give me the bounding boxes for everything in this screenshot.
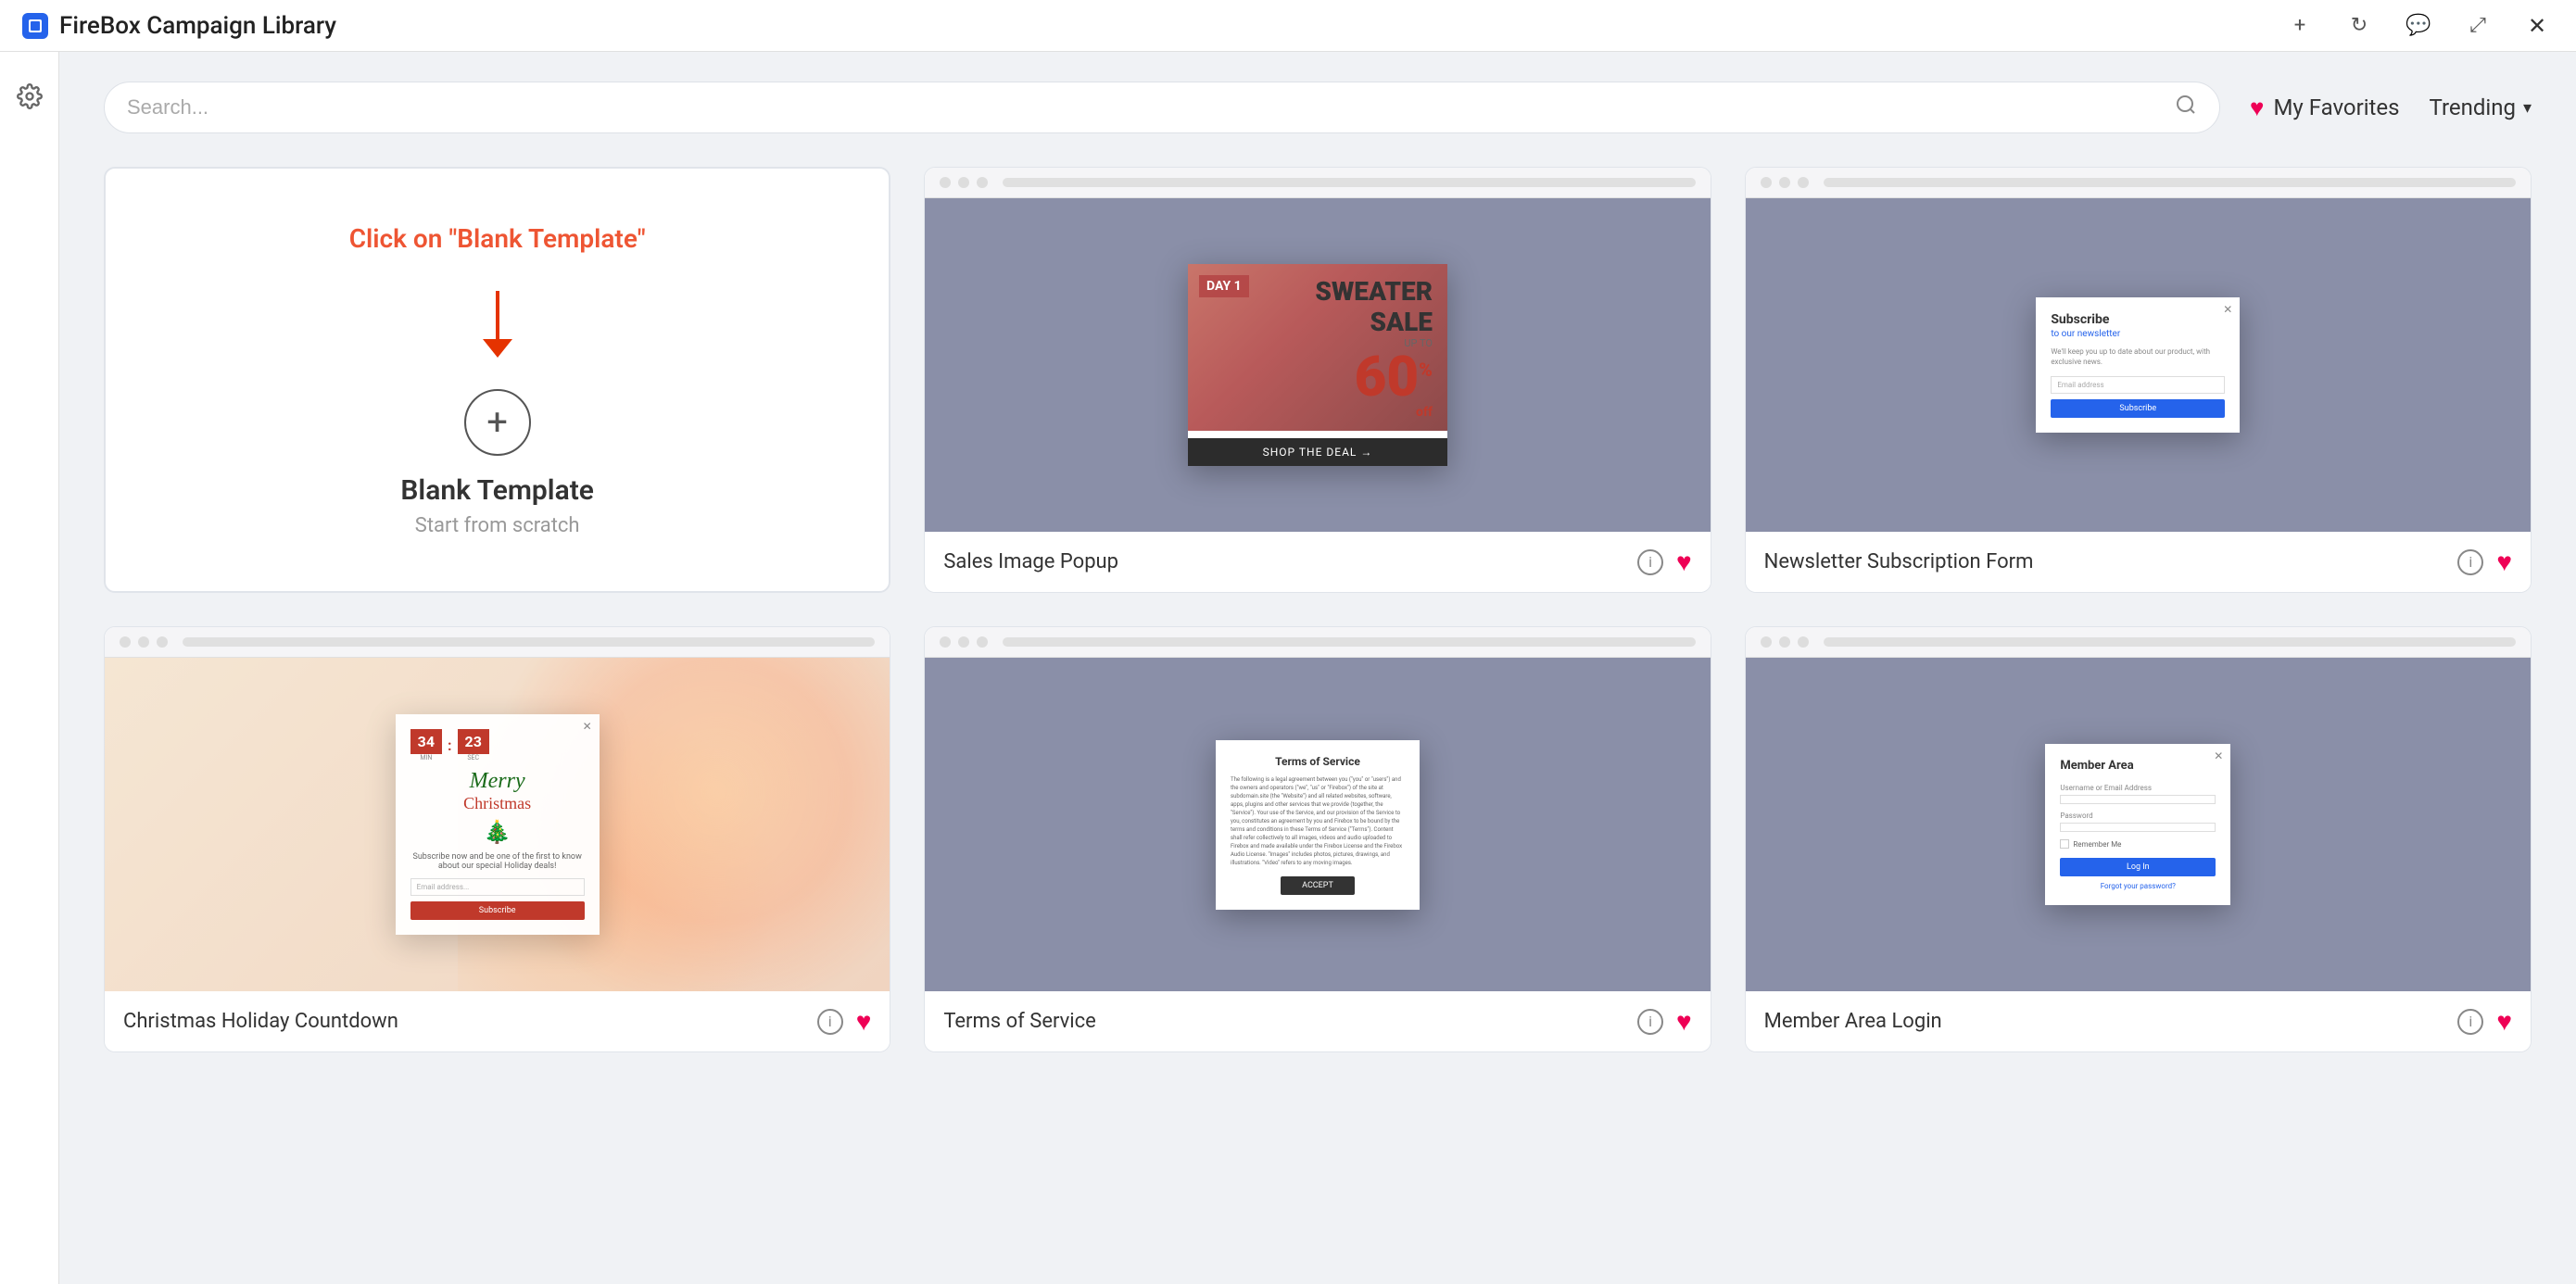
christmas-card-name: Christmas Holiday Countdown (123, 1010, 398, 1033)
refresh-icon[interactable]: ↻ (2342, 9, 2376, 43)
browser-address-bar (1824, 637, 2516, 647)
browser-dot-3 (1798, 636, 1809, 648)
search-icon (2175, 94, 2197, 121)
browser-dot-2 (958, 636, 969, 648)
favorite-heart-icon-christmas[interactable]: ♥ (856, 1006, 872, 1037)
blank-template-card[interactable]: Click on "Blank Template" + Blank Templa… (104, 167, 890, 593)
blank-template-subtitle: Start from scratch (415, 514, 580, 537)
add-icon[interactable]: + (2283, 9, 2317, 43)
favorite-heart-icon-tos[interactable]: ♥ (1676, 1006, 1692, 1037)
card-actions-newsletter: i ♥ (2457, 547, 2512, 577)
resize-icon[interactable]: ⤢ (2461, 9, 2494, 43)
trending-label: Trending (2430, 94, 2516, 120)
template-card-christmas[interactable]: ✕ 34 MIN : 23 SEC Merry (104, 626, 890, 1052)
member-card-footer: Member Area Login i ♥ (1746, 991, 2531, 1051)
card-browser-bar-newsletter (1746, 168, 2531, 198)
card-actions-member: i ♥ (2457, 1006, 2512, 1037)
christmas-popup: ✕ 34 MIN : 23 SEC Merry (396, 714, 600, 935)
favorites-button[interactable]: ♥ My Favorites (2250, 94, 2400, 122)
search-input[interactable] (127, 95, 2164, 120)
newsletter-card-footer: Newsletter Subscription Form i ♥ (1746, 532, 2531, 592)
tos-popup: Terms of Service The following is a lega… (1216, 740, 1420, 910)
browser-address-bar (1824, 178, 2516, 187)
sales-card-footer: Sales Image Popup i ♥ (925, 532, 1710, 592)
sweater-popup: DAY 1 SWEATERSALE UP TO 60% off SHOP THE… (1188, 264, 1447, 466)
browser-dot-3 (977, 636, 988, 648)
blank-template-instruction: Click on "Blank Template" (349, 223, 646, 254)
member-popup: ✕ Member Area Username or Email Address … (2045, 744, 2230, 905)
card-browser-bar-tos (925, 627, 1710, 658)
browser-dot-2 (1779, 177, 1790, 188)
card-actions: i ♥ (1637, 547, 1692, 577)
browser-dot-2 (1779, 636, 1790, 648)
template-card-member[interactable]: ✕ Member Area Username or Email Address … (1745, 626, 2532, 1052)
chat-icon[interactable]: 💬 (2402, 9, 2435, 43)
browser-dot-1 (1761, 177, 1772, 188)
topbar-right: ♥ My Favorites Trending ▾ (2250, 94, 2532, 122)
info-icon-newsletter[interactable]: i (2457, 549, 2483, 575)
sales-card-name: Sales Image Popup (943, 550, 1118, 573)
info-icon-christmas[interactable]: i (817, 1009, 843, 1035)
browser-dot-3 (157, 636, 168, 648)
app-title: FireBox Campaign Library (59, 12, 336, 40)
member-popup-preview: ✕ Member Area Username or Email Address … (1746, 658, 2531, 991)
browser-dot-1 (940, 177, 951, 188)
card-actions-christmas: i ♥ (817, 1006, 872, 1037)
plus-icon: + (464, 389, 531, 456)
content: ♥ My Favorites Trending ▾ Click on "Blan… (59, 52, 2576, 1284)
favorite-heart-icon-newsletter[interactable]: ♥ (2496, 547, 2512, 577)
heart-icon: ♥ (2250, 94, 2264, 122)
trending-button[interactable]: Trending ▾ (2430, 94, 2532, 120)
card-browser-bar-christmas (105, 627, 890, 658)
tos-card-name: Terms of Service (943, 1010, 1096, 1033)
settings-icon[interactable] (7, 74, 52, 119)
browser-dot-1 (1761, 636, 1772, 648)
tos-card-footer: Terms of Service i ♥ (925, 991, 1710, 1051)
search-bar[interactable] (104, 82, 2220, 133)
card-actions-tos: i ♥ (1637, 1006, 1692, 1037)
blank-template-title: Blank Template (400, 474, 594, 507)
arrow-down-icon (479, 291, 516, 374)
christmas-card-footer: Christmas Holiday Countdown i ♥ (105, 991, 890, 1051)
chevron-down-icon: ▾ (2523, 98, 2532, 118)
info-icon-member[interactable]: i (2457, 1009, 2483, 1035)
titlebar: FireBox Campaign Library + ↻ 💬 ⤢ ✕ (0, 0, 2576, 52)
topbar: ♥ My Favorites Trending ▾ (104, 82, 2532, 133)
info-icon-tos[interactable]: i (1637, 1009, 1663, 1035)
newsletter-popup: ✕ Subscribe to our newsletter We'll keep… (2036, 297, 2240, 433)
titlebar-left: FireBox Campaign Library (22, 12, 336, 40)
favorites-label: My Favorites (2273, 94, 2399, 120)
browser-dot-2 (958, 177, 969, 188)
browser-dot-3 (1798, 177, 1809, 188)
christmas-popup-preview: ✕ 34 MIN : 23 SEC Merry (105, 658, 890, 991)
browser-dot-1 (940, 636, 951, 648)
titlebar-right: + ↻ 💬 ⤢ ✕ (2283, 9, 2554, 43)
card-browser-bar-member (1746, 627, 2531, 658)
template-card-tos[interactable]: Terms of Service The following is a lega… (924, 626, 1711, 1052)
favorite-heart-icon-member[interactable]: ♥ (2496, 1006, 2512, 1037)
app-icon (22, 13, 48, 39)
browser-address-bar (183, 637, 875, 647)
sidebar (0, 52, 59, 1284)
favorite-heart-icon[interactable]: ♥ (1676, 547, 1692, 577)
info-icon[interactable]: i (1637, 549, 1663, 575)
close-icon[interactable]: ✕ (2520, 9, 2554, 43)
tos-popup-preview: Terms of Service The following is a lega… (925, 658, 1710, 991)
main-layout: ♥ My Favorites Trending ▾ Click on "Blan… (0, 52, 2576, 1284)
cards-grid: Click on "Blank Template" + Blank Templa… (104, 167, 2532, 1052)
template-card-newsletter[interactable]: ✕ Subscribe to our newsletter We'll keep… (1745, 167, 2532, 593)
browser-dot-3 (977, 177, 988, 188)
newsletter-popup-preview: ✕ Subscribe to our newsletter We'll keep… (1746, 198, 2531, 532)
sales-popup-preview: DAY 1 SWEATERSALE UP TO 60% off SHOP THE… (925, 198, 1710, 532)
card-browser-bar (925, 168, 1710, 198)
browser-address-bar (1003, 178, 1695, 187)
template-card-sales[interactable]: DAY 1 SWEATERSALE UP TO 60% off SHOP THE… (924, 167, 1711, 593)
newsletter-card-name: Newsletter Subscription Form (1764, 550, 2034, 573)
member-card-name: Member Area Login (1764, 1010, 1942, 1033)
browser-address-bar (1003, 637, 1695, 647)
browser-dot-2 (138, 636, 149, 648)
browser-dot-1 (120, 636, 131, 648)
